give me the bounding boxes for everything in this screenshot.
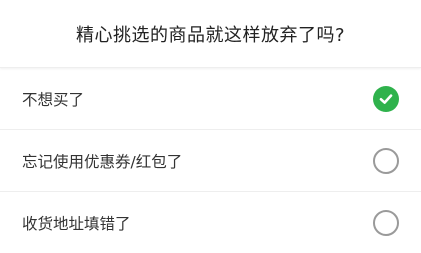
cancel-reason-dialog: 精心挑选的商品就这样放弃了吗? 不想买了 忘记使用优惠券/红包了 收货地址填错了: [0, 0, 421, 253]
reason-options-list: 不想买了 忘记使用优惠券/红包了 收货地址填错了: [0, 68, 421, 253]
reason-option-wrong-address[interactable]: 收货地址填错了: [0, 192, 421, 253]
check-circle-icon[interactable]: [373, 85, 399, 112]
empty-circle-icon[interactable]: [373, 147, 399, 174]
reason-option-label: 不想买了: [22, 90, 85, 109]
dialog-title: 精心挑选的商品就这样放弃了吗?: [75, 24, 346, 46]
reason-option-label: 收货地址填错了: [22, 215, 131, 233]
reason-option-label: 忘记使用优惠券/红包了: [22, 152, 183, 171]
reason-option-forgot-coupon[interactable]: 忘记使用优惠券/红包了: [0, 130, 421, 192]
dialog-header: 精心挑选的商品就这样放弃了吗?: [0, 0, 421, 68]
reason-option-not-want[interactable]: 不想买了: [0, 68, 421, 130]
empty-circle-icon[interactable]: [373, 210, 399, 236]
